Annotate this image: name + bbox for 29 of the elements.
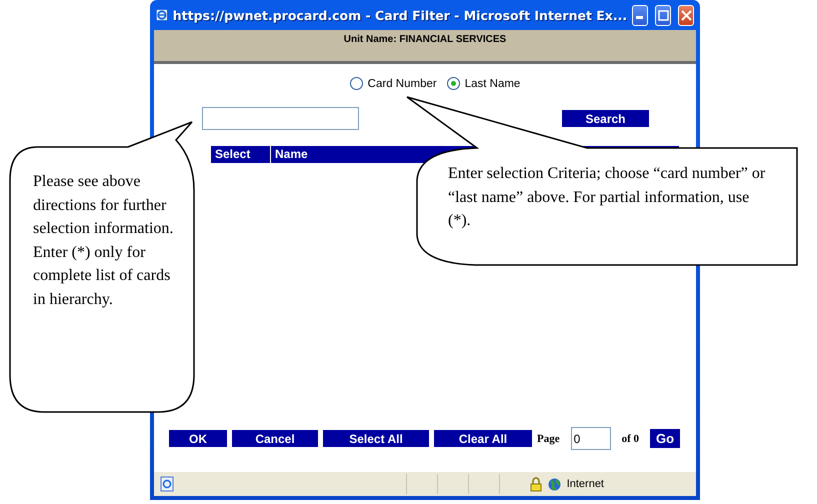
action-button[interactable]: Cancel <box>232 430 318 447</box>
window-title: https://pwnet.procard.com - Card Filter - Microsoft Internet Ex... <box>172 8 628 22</box>
column-header: Select <box>211 146 271 163</box>
callout-text: Enter selection Criteria; choose “card number” or “last name” above. For partial information, use (*). <box>448 164 766 231</box>
unit-name: Unit Name: FINANCIAL SERVICES <box>344 34 506 47</box>
globe-icon <box>548 478 561 490</box>
maximize-icon <box>658 10 669 20</box>
action-button[interactable]: Select All <box>323 430 429 447</box>
radio-label: Last Name <box>464 78 520 90</box>
browser-icon <box>156 7 168 23</box>
page-label: Page <box>537 432 560 444</box>
search-field[interactable] <box>202 107 359 130</box>
go-button[interactable]: Go <box>650 429 680 448</box>
security-zone: Internet <box>566 478 604 490</box>
search-button[interactable]: Search <box>562 110 649 127</box>
radio-label: Card Number <box>368 78 437 90</box>
page-count: of 0 <box>622 432 640 444</box>
page-icon <box>160 476 174 492</box>
maximize-button[interactable] <box>655 4 672 26</box>
page-field[interactable]: 0 <box>570 427 611 450</box>
action-button[interactable]: Clear All <box>434 430 532 447</box>
minimize-button[interactable] <box>632 4 648 26</box>
radio-button[interactable] <box>446 77 460 90</box>
padlock-icon <box>530 476 542 492</box>
close-icon <box>680 10 692 20</box>
close-button[interactable] <box>678 4 694 26</box>
action-button[interactable]: OK <box>169 430 227 447</box>
callout-text: Please see above directions for further selection information. Enter (*) only for complete list of cards in hierarchy. <box>33 172 174 310</box>
radio-button[interactable] <box>350 77 363 90</box>
